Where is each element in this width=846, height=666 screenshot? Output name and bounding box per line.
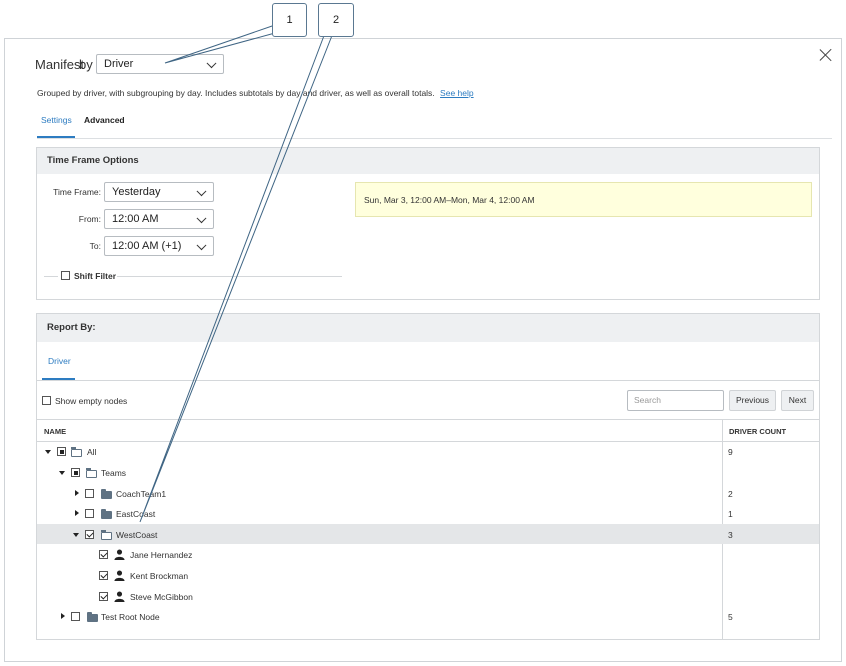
table-header-bottom-border xyxy=(37,441,819,442)
tree-node-westcoast[interactable]: WestCoast xyxy=(116,530,157,540)
chevron-down-icon xyxy=(196,240,207,251)
tree-node-coachteam1[interactable]: CoachTeam1 xyxy=(116,489,166,499)
driver-count: 1 xyxy=(728,509,733,519)
row-checkbox-all[interactable] xyxy=(57,447,66,456)
row-checkbox-steve-mcgibbon[interactable] xyxy=(99,592,108,601)
folder-icon xyxy=(101,509,112,519)
tree-node-eastcoast[interactable]: EastCoast xyxy=(116,509,155,519)
expand-caret-icon[interactable] xyxy=(75,510,79,516)
from-time-select[interactable]: 12:00 AM xyxy=(104,209,214,229)
person-icon xyxy=(114,549,125,560)
shift-filter-divider-right xyxy=(117,276,342,277)
tabs-divider xyxy=(37,138,832,139)
person-icon xyxy=(114,591,125,602)
expand-caret-icon[interactable] xyxy=(61,613,65,619)
time-frame-select[interactable]: Yesterday xyxy=(104,182,214,202)
tree-node-driver[interactable]: Kent Brockman xyxy=(130,571,188,581)
date-range-text: Sun, Mar 3, 12:00 AM–Mon, Mar 4, 12:00 A… xyxy=(364,195,535,205)
row-checkbox-teams[interactable] xyxy=(71,468,80,477)
tree-node-teams[interactable]: Teams xyxy=(101,468,126,478)
time-frame-label: Time Frame: xyxy=(53,187,101,197)
tree-node-all[interactable]: All xyxy=(87,447,96,457)
folder-icon xyxy=(101,489,112,499)
close-icon[interactable] xyxy=(819,48,833,62)
dialog-title: Manifest xyxy=(35,57,85,72)
folder-open-icon xyxy=(71,447,82,457)
driver-count: 5 xyxy=(728,612,733,622)
time-frame-value: Yesterday xyxy=(112,186,161,198)
next-button[interactable]: Next xyxy=(781,390,814,411)
driver-count: 9 xyxy=(728,447,733,457)
column-header-driver-count[interactable]: DRIVER COUNT xyxy=(729,427,786,436)
report-type-select[interactable]: Driver xyxy=(96,54,224,74)
row-checkbox-eastcoast[interactable] xyxy=(85,509,94,518)
time-frame-title: Time Frame Options xyxy=(37,148,819,174)
show-empty-nodes-label: Show empty nodes xyxy=(55,396,128,406)
tab-advanced[interactable]: Advanced xyxy=(84,115,125,125)
from-label: From: xyxy=(78,214,101,224)
search-input[interactable]: Search xyxy=(627,390,724,411)
person-icon xyxy=(114,570,125,581)
report-description: Grouped by driver, with subgrouping by d… xyxy=(37,88,474,98)
shift-filter-checkbox[interactable] xyxy=(61,271,70,280)
shift-filter-divider-left xyxy=(44,276,58,277)
to-time-select[interactable]: 12:00 AM (+1) xyxy=(104,236,214,256)
chevron-down-icon xyxy=(206,58,217,69)
collapse-caret-icon[interactable] xyxy=(59,471,65,475)
folder-open-icon xyxy=(86,468,97,478)
see-help-link[interactable]: See help xyxy=(440,88,474,98)
table-header-top-border xyxy=(37,419,819,420)
from-time-value: 12:00 AM xyxy=(112,213,159,225)
row-checkbox-jane-hernandez[interactable] xyxy=(99,550,108,559)
collapse-caret-icon[interactable] xyxy=(73,533,79,537)
driver-count: 2 xyxy=(728,489,733,499)
driver-count: 3 xyxy=(728,530,733,540)
tree-node-driver[interactable]: Jane Hernandez xyxy=(130,550,192,560)
chevron-down-icon xyxy=(196,213,207,224)
tree-node-test-root-node[interactable]: Test Root Node xyxy=(101,612,160,622)
row-checkbox-coachteam1[interactable] xyxy=(85,489,94,498)
report-type-value: Driver xyxy=(104,58,134,70)
tab-settings[interactable]: Settings xyxy=(41,115,72,125)
chevron-down-icon xyxy=(196,186,207,197)
callout-1: 1 xyxy=(272,3,307,37)
report-by-panel xyxy=(36,313,820,640)
callout-2: 2 xyxy=(318,3,354,37)
show-empty-nodes-checkbox[interactable] xyxy=(42,396,51,405)
date-range-display: Sun, Mar 3, 12:00 AM–Mon, Mar 4, 12:00 A… xyxy=(355,182,812,217)
to-time-value: 12:00 AM (+1) xyxy=(112,240,182,252)
expand-caret-icon[interactable] xyxy=(75,490,79,496)
tab-driver[interactable]: Driver xyxy=(48,356,71,366)
row-checkbox-test-root-node[interactable] xyxy=(71,612,80,621)
column-header-name: NAME xyxy=(44,427,67,436)
previous-button[interactable]: Previous xyxy=(729,390,776,411)
folder-icon xyxy=(87,612,98,622)
collapse-caret-icon[interactable] xyxy=(45,450,51,454)
tree-node-driver[interactable]: Steve McGibbon xyxy=(130,592,193,602)
folder-open-icon xyxy=(101,530,112,540)
to-label: To: xyxy=(89,241,101,251)
report-tabs-divider xyxy=(37,380,819,381)
row-checkbox-kent-brockman[interactable] xyxy=(99,571,108,580)
report-by-title: Report By: xyxy=(37,314,819,342)
row-checkbox-westcoast[interactable] xyxy=(85,530,94,539)
shift-filter-label: Shift Filter xyxy=(74,271,117,281)
title-by-label: by xyxy=(79,57,93,72)
